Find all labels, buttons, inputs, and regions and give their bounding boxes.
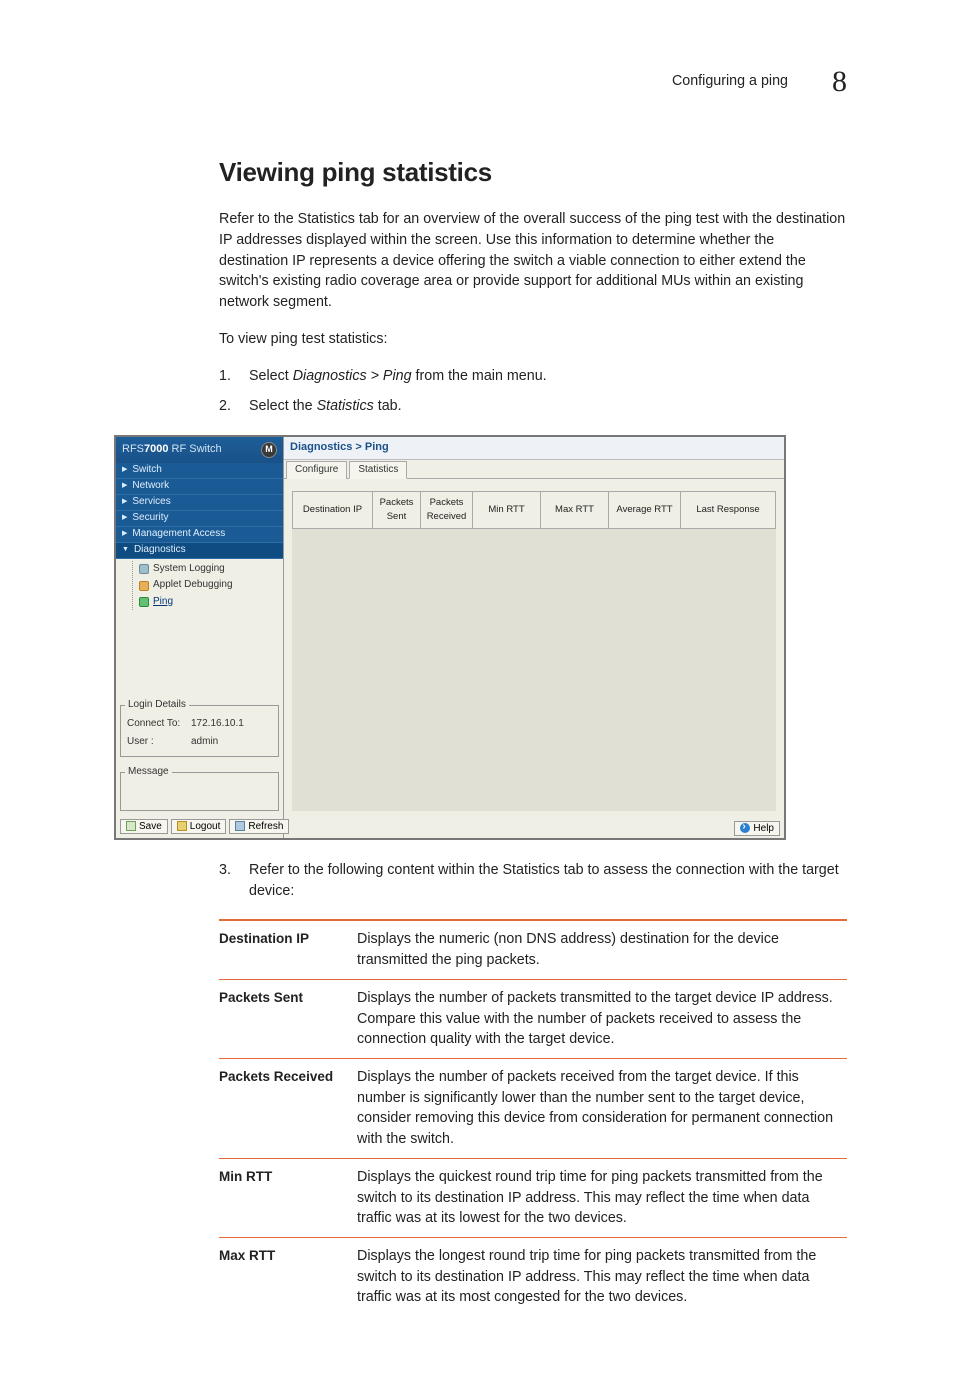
definition-description: Displays the number of packets transmitt…: [357, 979, 847, 1058]
nav-item-services[interactable]: ▶Services: [116, 495, 283, 511]
col-packets-received[interactable]: Packets Received: [421, 492, 473, 529]
chevron-right-icon: ▶: [122, 497, 127, 507]
lead-paragraph: To view ping test statistics:: [219, 329, 847, 350]
help-icon: [740, 823, 750, 833]
brand-text: RFS7000 RF Switch: [122, 442, 222, 458]
refresh-button[interactable]: Refresh: [229, 819, 289, 834]
col-max-rtt[interactable]: Max RTT: [541, 492, 609, 529]
definition-term: Packets Sent: [219, 979, 357, 1058]
col-packets-sent[interactable]: Packets Sent: [373, 492, 421, 529]
connect-to-value: 172.16.10.1: [191, 717, 244, 732]
nav-item-diagnostics[interactable]: ▼Diagnostics: [116, 543, 283, 559]
connect-to-label: Connect To:: [127, 717, 185, 732]
statistics-grid: Destination IP Packets Sent Packets Rece…: [292, 491, 776, 529]
chevron-right-icon: ▶: [122, 481, 127, 491]
col-destination-ip[interactable]: Destination IP: [293, 492, 373, 529]
page-header: Configuring a ping 8: [107, 60, 847, 104]
running-head: Configuring a ping: [672, 71, 788, 92]
definition-row: Packets ReceivedDisplays the number of p…: [219, 1058, 847, 1158]
tab-statistics[interactable]: Statistics: [349, 461, 407, 480]
user-label: User :: [127, 735, 185, 750]
left-button-bar: Save Logout Refresh: [116, 815, 283, 838]
definition-row: Max RTTDisplays the longest round trip t…: [219, 1237, 847, 1316]
motorola-logo-icon: M: [261, 442, 277, 458]
message-title: Message: [125, 765, 172, 780]
ping-icon: [139, 597, 149, 607]
definition-description: Displays the number of packets received …: [357, 1058, 847, 1158]
col-min-rtt[interactable]: Min RTT: [473, 492, 541, 529]
definition-description: Displays the numeric (non DNS address) d…: [357, 920, 847, 979]
definition-term: Destination IP: [219, 920, 357, 979]
definition-term: Packets Received: [219, 1058, 357, 1158]
subnav-ping[interactable]: Ping: [139, 594, 283, 611]
col-average-rtt[interactable]: Average RTT: [609, 492, 681, 529]
definition-description: Displays the quickest round trip time fo…: [357, 1158, 847, 1237]
logout-icon: [177, 821, 187, 831]
grid-body-empty: [292, 529, 776, 811]
step-3-text: Refer to the following content within th…: [249, 862, 839, 899]
breadcrumb: Diagnostics > Ping: [284, 437, 784, 460]
log-icon: [139, 564, 149, 574]
definition-row: Min RTTDisplays the quickest round trip …: [219, 1158, 847, 1237]
step-1: 1. Select Diagnostics > Ping from the ma…: [219, 366, 847, 387]
login-details-title: Login Details: [125, 698, 189, 713]
nav: ▶Switch ▶Network ▶Services ▶Security ▶Ma…: [116, 463, 283, 559]
definition-table: Destination IPDisplays the numeric (non …: [219, 919, 847, 1316]
definition-row: Destination IPDisplays the numeric (non …: [219, 920, 847, 979]
definition-term: Max RTT: [219, 1237, 357, 1316]
save-icon: [126, 821, 136, 831]
save-button[interactable]: Save: [120, 819, 168, 834]
refresh-icon: [235, 821, 245, 831]
nav-item-network[interactable]: ▶Network: [116, 479, 283, 495]
chevron-right-icon: ▶: [122, 529, 127, 539]
definition-description: Displays the longest round trip time for…: [357, 1237, 847, 1316]
col-last-response[interactable]: Last Response: [681, 492, 776, 529]
tab-configure[interactable]: Configure: [286, 461, 347, 480]
nav-item-security[interactable]: ▶Security: [116, 511, 283, 527]
step-1-text: Select Diagnostics > Ping from the main …: [249, 368, 547, 384]
subnav: System Logging Applet Debugging Ping: [116, 559, 283, 617]
message-panel: Message: [120, 765, 279, 811]
nav-item-management[interactable]: ▶Management Access: [116, 527, 283, 543]
chapter-number: 8: [832, 60, 847, 104]
definition-row: Packets SentDisplays the number of packe…: [219, 979, 847, 1058]
step-2: 2. Select the Statistics tab.: [219, 396, 847, 417]
help-button[interactable]: Help: [734, 821, 780, 836]
left-pane: RFS7000 RF Switch M ▶Switch ▶Network ▶Se…: [116, 437, 284, 838]
chevron-right-icon: ▶: [122, 465, 127, 475]
nav-item-switch[interactable]: ▶Switch: [116, 463, 283, 479]
logout-button[interactable]: Logout: [171, 819, 227, 834]
intro-paragraph: Refer to the Statistics tab for an overv…: [219, 209, 847, 313]
chevron-right-icon: ▶: [122, 513, 127, 523]
app-window: RFS7000 RF Switch M ▶Switch ▶Network ▶Se…: [114, 435, 786, 840]
tab-bar: Configure Statistics: [284, 460, 784, 480]
brand-bar: RFS7000 RF Switch M: [116, 437, 283, 463]
step-2-text: Select the Statistics tab.: [249, 398, 402, 414]
user-value: admin: [191, 735, 218, 750]
page-title: Viewing ping statistics: [219, 154, 847, 192]
debug-icon: [139, 581, 149, 591]
step-3: 3. Refer to the following content within…: [219, 860, 847, 901]
subnav-system-logging[interactable]: System Logging: [139, 561, 283, 578]
definition-term: Min RTT: [219, 1158, 357, 1237]
subnav-applet-debugging[interactable]: Applet Debugging: [139, 577, 283, 594]
chevron-down-icon: ▼: [122, 545, 129, 555]
right-pane: Diagnostics > Ping Configure Statistics …: [284, 437, 784, 838]
login-details-panel: Login Details Connect To: 172.16.10.1 Use…: [120, 698, 279, 757]
